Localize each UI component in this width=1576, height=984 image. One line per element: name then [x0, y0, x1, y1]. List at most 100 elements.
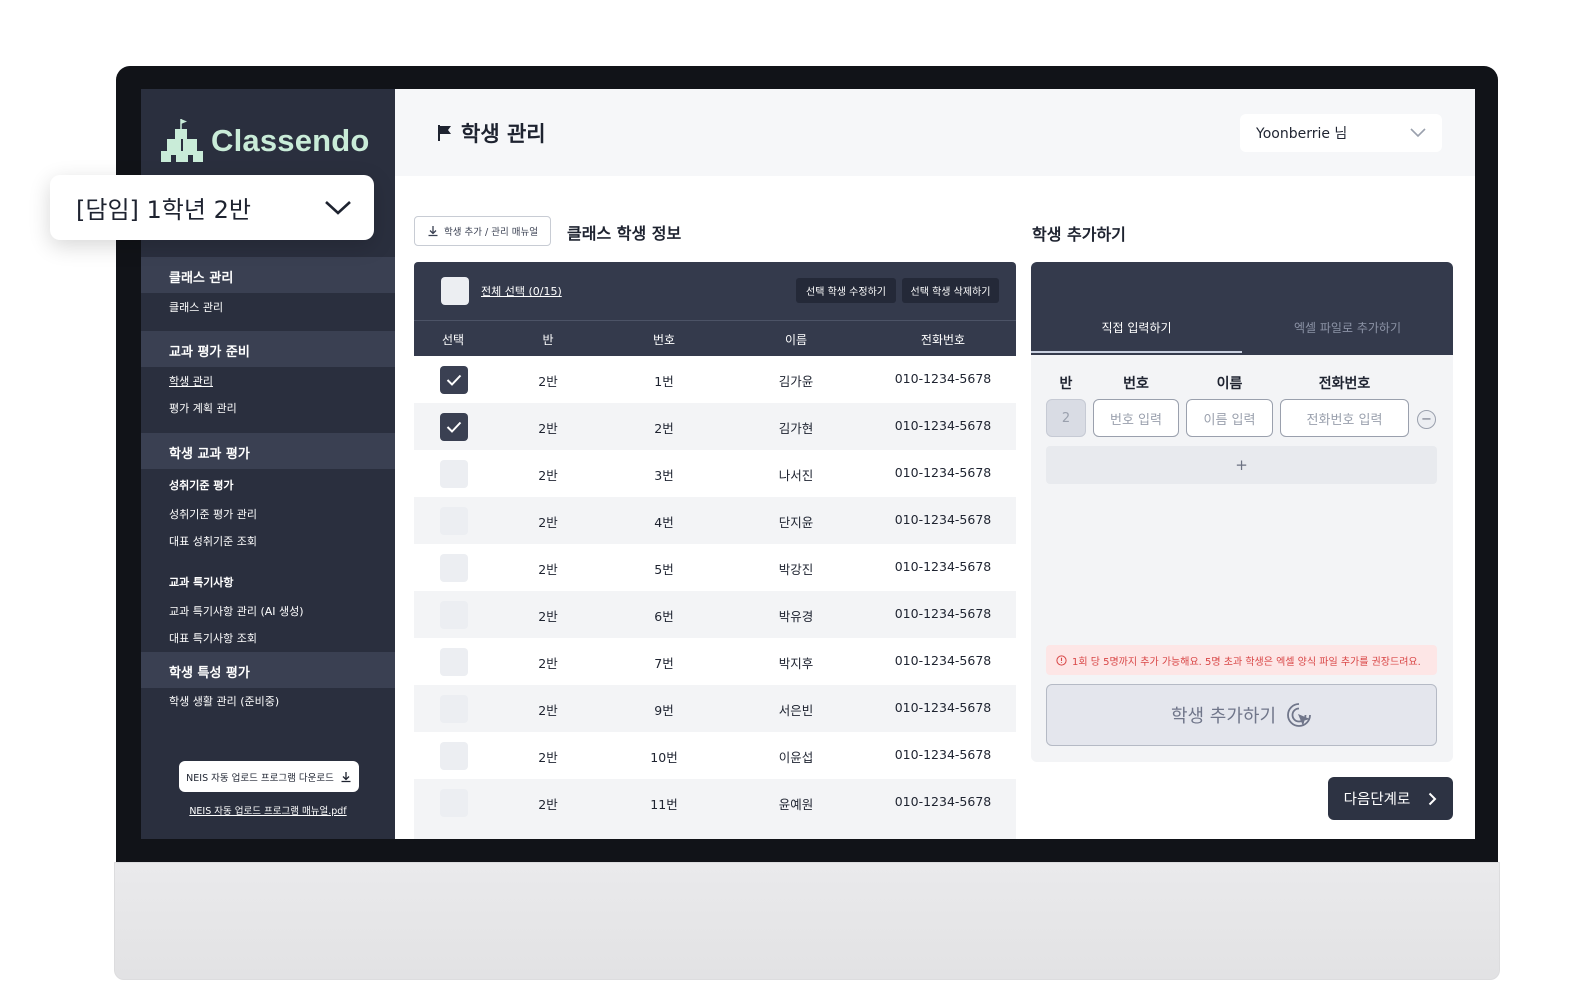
- cell-name: 단지윤: [778, 515, 814, 530]
- delete-selected-button[interactable]: 선택 학생 삭제하기: [902, 278, 999, 303]
- cell-number: 2번: [654, 421, 674, 436]
- table-row[interactable]: 2반 3번 나서진 010-1234-5678: [414, 450, 1016, 497]
- class-selector[interactable]: [담임] 1학년 2반: [50, 175, 374, 240]
- sidebar-item-achievement-view[interactable]: 대표 성취기준 조회: [169, 533, 257, 549]
- tab-excel-upload[interactable]: 엑셀 파일로 추가하기: [1242, 319, 1453, 336]
- chevron-down-icon: [1410, 128, 1426, 138]
- table-row[interactable]: 2반 1번 김가윤 010-1234-5678: [414, 356, 1016, 403]
- row-checkbox[interactable]: [440, 695, 468, 723]
- number-input[interactable]: 번호 입력: [1093, 399, 1179, 437]
- sidebar-item-life-manage[interactable]: 학생 생활 관리 (준비중): [169, 693, 279, 709]
- cell-name: 윤예원: [778, 797, 814, 812]
- row-checkbox[interactable]: [440, 601, 468, 629]
- table-row[interactable]: 2반 5번 박강진 010-1234-5678: [414, 544, 1016, 591]
- remove-row-button[interactable]: −: [1417, 410, 1436, 429]
- name-input[interactable]: 이름 입력: [1186, 399, 1273, 437]
- sidebar-item-remarks-manage[interactable]: 교과 특기사항 관리 (AI 생성): [169, 603, 304, 619]
- chevron-right-icon: [1429, 792, 1437, 805]
- cell-phone: 010-1234-5678: [894, 700, 992, 715]
- add-student-panel: 직접 입력하기 엑셀 파일로 추가하기 반 번호 이름 전화번호 2 번호 입력…: [1031, 262, 1453, 762]
- monitor-chin: [114, 862, 1500, 980]
- select-all-label: 전체 선택 (0/15): [481, 285, 562, 298]
- class-selector-value: [담임] 1학년 2반: [76, 196, 251, 224]
- sidebar-item-eval-plan[interactable]: 평가 계획 관리: [169, 400, 237, 416]
- cell-phone: 010-1234-5678: [894, 371, 992, 386]
- user-menu[interactable]: Yoonberrie 님: [1240, 114, 1442, 152]
- row-checkbox[interactable]: [440, 554, 468, 582]
- cell-number: 1번: [654, 374, 674, 389]
- cell-name: 김가현: [778, 421, 814, 436]
- tab-direct-input[interactable]: 직접 입력하기: [1031, 319, 1242, 336]
- sidebar-section-subject-eval[interactable]: 학생 교과 평가: [141, 433, 395, 469]
- cell-name: 김가윤: [778, 374, 814, 389]
- row-checkbox[interactable]: [440, 413, 468, 441]
- cell-ban: 2반: [538, 374, 558, 389]
- cell-number: 11번: [650, 797, 678, 812]
- table-row[interactable]: 2반 2번 김가현 010-1234-5678: [414, 403, 1016, 450]
- select-all[interactable]: 전체 선택 (0/15): [441, 277, 562, 305]
- select-all-checkbox[interactable]: [441, 277, 469, 305]
- warning-text: 1회 당 5명까지 추가 가능해요. 5명 초과 학생은 엑셀 양식 파일 추가…: [1072, 656, 1421, 668]
- cursor-click-icon: [1287, 703, 1311, 727]
- label-name: 이름: [1216, 376, 1243, 392]
- edit-selected-button[interactable]: 선택 학생 수정하기: [796, 278, 896, 303]
- column-header-name: 이름: [784, 333, 808, 347]
- table-row[interactable]: 2반 6번 박유경 010-1234-5678: [414, 591, 1016, 638]
- sidebar-item-student-manage[interactable]: 학생 관리: [169, 373, 213, 389]
- neis-download-button[interactable]: NEIS 자동 업로드 프로그램 다운로드: [179, 761, 359, 792]
- row-checkbox[interactable]: [440, 460, 468, 488]
- check-icon: [446, 374, 462, 386]
- app-logo[interactable]: Classendo: [161, 119, 370, 163]
- cell-name: 박지후: [778, 656, 814, 671]
- flag-icon: [438, 125, 451, 141]
- cell-name: 박강진: [778, 562, 814, 577]
- table-row[interactable]: 2반 9번 서은빈 010-1234-5678: [414, 685, 1016, 732]
- cell-phone: 010-1234-5678: [894, 653, 992, 668]
- download-icon: [428, 226, 438, 237]
- manual-download-button[interactable]: 학생 추가 / 관리 매뉴얼: [414, 216, 551, 246]
- page-header: 학생 관리 Yoonberrie 님: [395, 89, 1475, 176]
- add-student-button[interactable]: 학생 추가하기: [1046, 684, 1437, 746]
- add-row-button[interactable]: +: [1046, 446, 1437, 484]
- cell-name: 이윤섭: [778, 750, 814, 765]
- user-name: Yoonberrie 님: [1256, 126, 1348, 142]
- row-checkbox[interactable]: [440, 742, 468, 770]
- cell-ban: 2반: [538, 609, 558, 624]
- table-row[interactable]: 2반 7번 박지후 010-1234-5678: [414, 638, 1016, 685]
- cell-number: 4번: [654, 515, 674, 530]
- sidebar-item-class-manage[interactable]: 클래스 관리: [169, 299, 223, 315]
- table-row[interactable]: 2반 10번 이윤섭 010-1234-5678: [414, 732, 1016, 779]
- cell-name: 나서진: [778, 468, 814, 483]
- info-icon: [1056, 654, 1067, 666]
- page-title: 학생 관리: [437, 118, 546, 148]
- label-number: 번호: [1123, 376, 1149, 392]
- cell-number: 3번: [654, 468, 674, 483]
- row-checkbox[interactable]: [440, 366, 468, 394]
- row-checkbox[interactable]: [440, 648, 468, 676]
- cell-ban: 2반: [538, 515, 558, 530]
- next-step-button[interactable]: 다음단계로: [1328, 777, 1453, 820]
- sidebar-group-achievement: 성취기준 평가: [169, 479, 234, 492]
- cell-ban: 2반: [538, 750, 558, 765]
- table-header: 선택 반 번호 이름 전화번호: [414, 320, 1016, 356]
- table-row[interactable]: 2반 4번 단지윤 010-1234-5678: [414, 497, 1016, 544]
- phone-input[interactable]: 전화번호 입력: [1280, 399, 1409, 437]
- table-row[interactable]: 2반 11번 윤예원 010-1234-5678: [414, 779, 1016, 826]
- sidebar-section-eval-prep[interactable]: 교과 평가 준비: [141, 331, 395, 367]
- sidebar-section-traits[interactable]: 학생 특성 평가: [141, 652, 395, 688]
- cell-number: 10번: [650, 750, 678, 765]
- chevron-down-icon: [325, 200, 351, 215]
- neis-manual-link[interactable]: NEIS 자동 업로드 프로그램 매뉴얼.pdf: [141, 803, 395, 817]
- sidebar-item-achievement-manage[interactable]: 성취기준 평가 관리: [169, 506, 257, 522]
- row-checkbox[interactable]: [440, 789, 468, 817]
- page-title-text: 학생 관리: [461, 122, 546, 146]
- sidebar-group-remarks: 교과 특기사항: [169, 576, 234, 589]
- cell-phone: 010-1234-5678: [894, 418, 992, 433]
- row-checkbox[interactable]: [440, 507, 468, 535]
- sidebar-section-class[interactable]: 클래스 관리: [141, 257, 395, 293]
- ban-field: 2: [1046, 399, 1086, 437]
- sidebar-item-remarks-view[interactable]: 대표 특기사항 조회: [169, 630, 257, 646]
- add-section-title: 학생 추가하기: [1032, 225, 1126, 244]
- student-table-body: 2반 1번 김가윤 010-1234-5678 2반 2번 김가현 010-1234-5678…: [414, 356, 1016, 839]
- column-header-phone: 전화번호: [920, 333, 966, 347]
